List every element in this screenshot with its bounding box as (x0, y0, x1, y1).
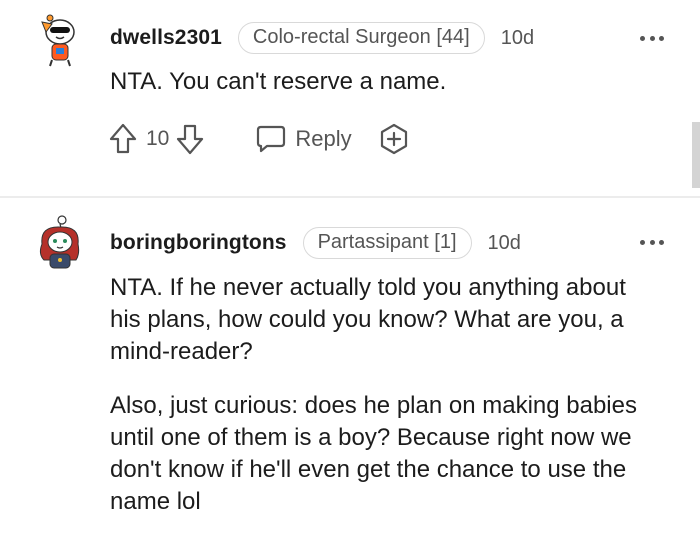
award-plus-icon (380, 123, 407, 155)
comment-thread: dwells2301 Colo-rectal Surgeon [44] 10d … (0, 0, 700, 539)
snoo-avatar-sunglasses-icon[interactable] (32, 12, 88, 68)
dot (659, 35, 664, 41)
comment-meta: boringboringtons Partassipant [1] 10d (110, 227, 521, 259)
dot (649, 35, 655, 41)
comment: dwells2301 Colo-rectal Surgeon [44] 10d … (0, 0, 700, 196)
comment-paragraph: Also, just curious: does he plan on maki… (110, 392, 637, 515)
comment-body: NTA. You can't reserve a name. (110, 68, 447, 95)
comment-bubble-icon (257, 125, 286, 153)
scrollbar[interactable] (692, 122, 700, 188)
snoo-avatar-red-hair-icon[interactable] (32, 214, 88, 270)
user-flair: Partassipant [1] (302, 227, 472, 259)
username[interactable]: boringboringtons (110, 231, 287, 255)
dot (640, 239, 645, 245)
reply-button[interactable]: Reply (255, 124, 352, 154)
vote-score: 10 (146, 127, 170, 150)
user-flair: Colo-rectal Surgeon [44] (237, 22, 485, 54)
comment: boringboringtons Partassipant [1] 10d NT… (0, 198, 700, 539)
more-options-icon[interactable] (640, 34, 664, 42)
comment-paragraph: NTA. If he never actually told you anyth… (110, 274, 626, 365)
username[interactable]: dwells2301 (110, 26, 222, 50)
dot (649, 239, 655, 245)
award-button[interactable] (378, 123, 410, 155)
upvote-icon[interactable] (108, 122, 138, 156)
downvote-icon[interactable] (175, 122, 205, 156)
reply-label: Reply (295, 126, 352, 151)
comment-actions: 10 Reply (108, 122, 410, 156)
timestamp: 10d (487, 231, 521, 254)
comment-meta: dwells2301 Colo-rectal Surgeon [44] 10d (110, 22, 534, 54)
timestamp: 10d (500, 26, 535, 49)
more-options-icon[interactable] (640, 238, 664, 246)
dot (659, 239, 664, 245)
dot (640, 35, 645, 41)
